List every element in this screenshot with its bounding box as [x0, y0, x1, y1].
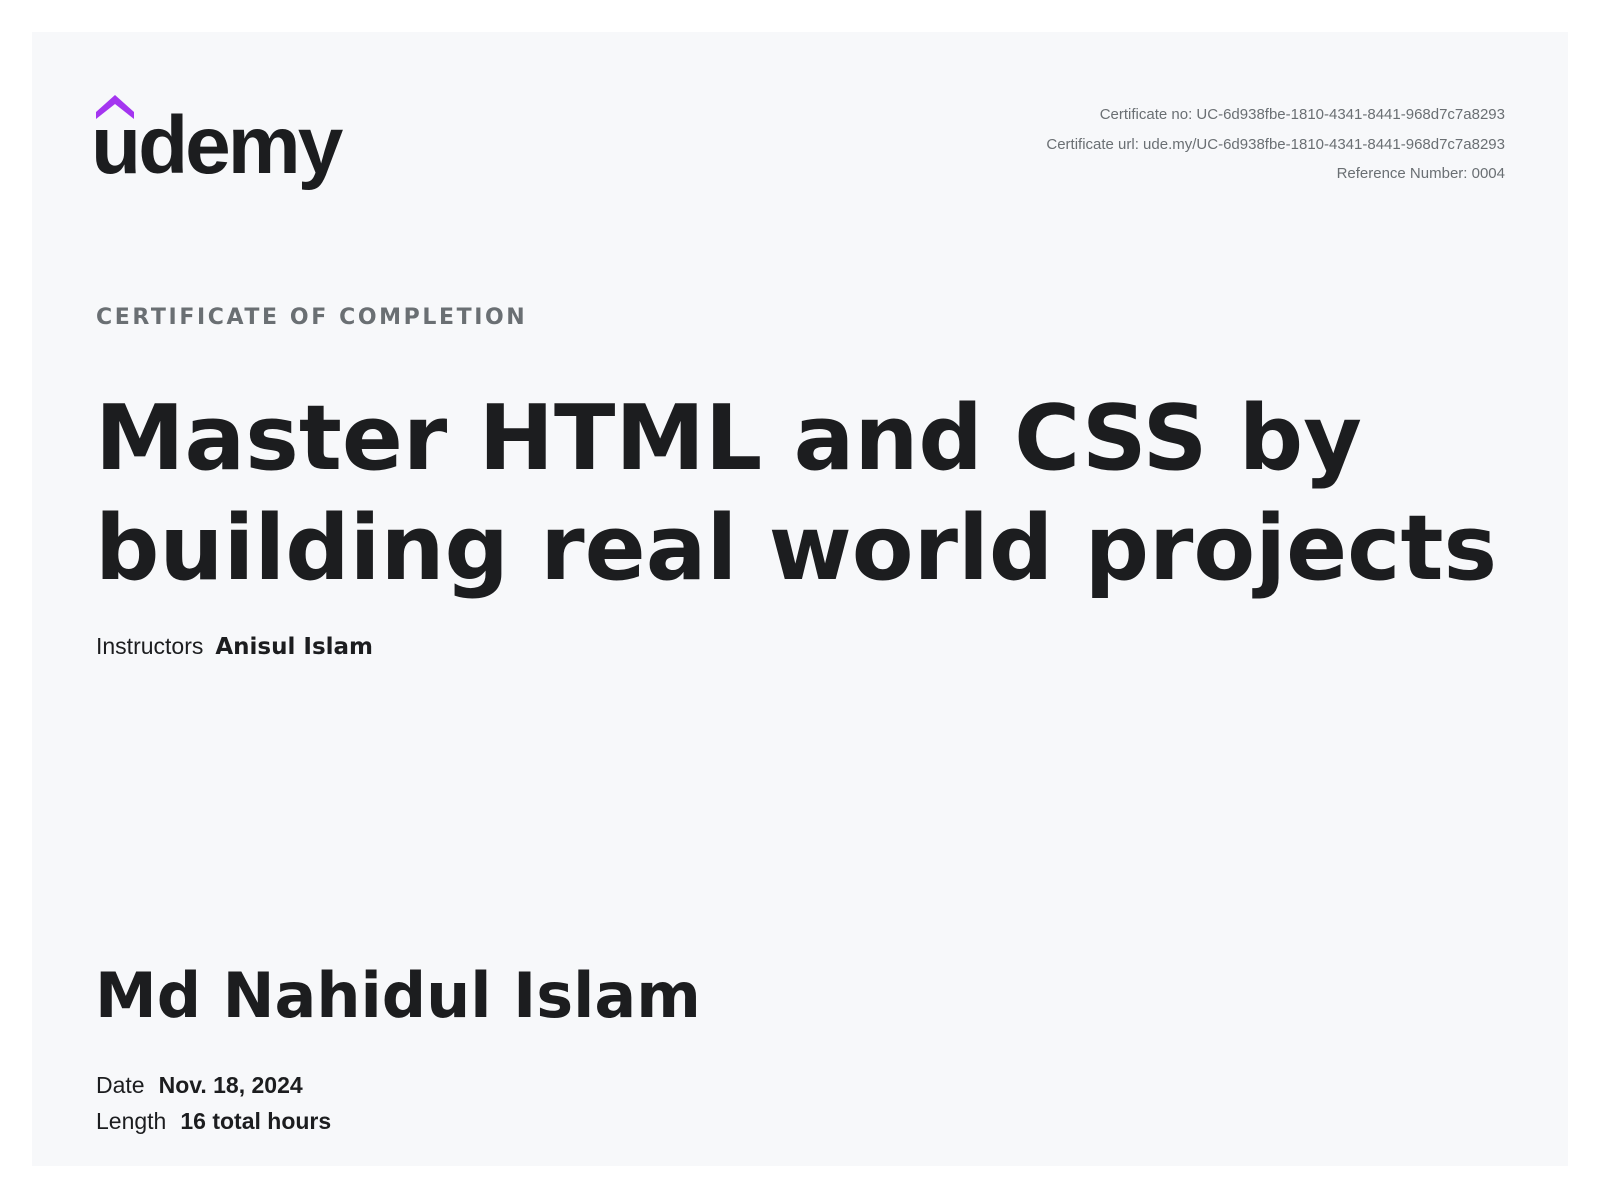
- instructors-label: Instructors: [96, 633, 204, 659]
- date-value: Nov. 18, 2024: [158, 1072, 303, 1098]
- reference-number: Reference Number: 0004: [1336, 165, 1505, 182]
- instructor-name: Anisul Islam: [215, 634, 374, 660]
- udemy-logo-wordmark: udemy: [95, 100, 344, 191]
- student-name: Md Nahidul Islam: [95, 959, 701, 1032]
- instructors-row: Instructors Anisul Islam: [96, 633, 373, 660]
- course-title: Master HTML and CSS by building real wor…: [95, 386, 1498, 601]
- length-row: Length 16 total hours: [96, 1108, 331, 1135]
- length-value: 16 total hours: [180, 1108, 332, 1134]
- length-label: Length: [96, 1108, 167, 1134]
- date-label: Date: [96, 1072, 145, 1098]
- certificate-url: Certificate url: ude.my/UC-6d938fbe-1810…: [1046, 135, 1505, 153]
- date-row: Date Nov. 18, 2024: [96, 1072, 303, 1099]
- udemy-logo: udemy: [95, 95, 355, 195]
- certificate-number: Certificate no: UC-6d938fbe-1810-4341-84…: [1099, 106, 1505, 123]
- certificate-meta: Certificate no: UC-6d938fbe-1810-4341-84…: [1046, 100, 1505, 189]
- certificate-heading: CERTIFICATE OF COMPLETION: [96, 305, 528, 330]
- certificate-sheet: udemy Certificate no: UC-6d938fbe-1810-4…: [32, 32, 1568, 1166]
